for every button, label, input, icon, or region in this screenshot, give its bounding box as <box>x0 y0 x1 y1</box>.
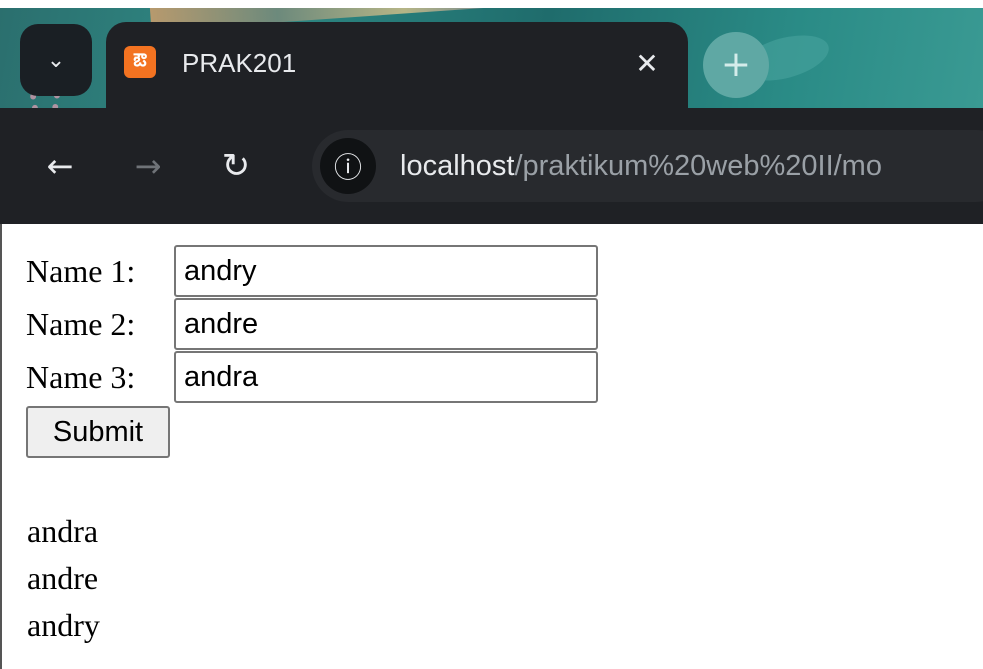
reload-icon[interactable]: ↻ <box>214 144 258 188</box>
new-tab-button[interactable]: + <box>703 32 769 98</box>
tab-strip: ⌄ ఔ PRAK201 ✕ + <box>0 8 983 108</box>
submit-button[interactable]: Submit <box>26 406 170 458</box>
sorted-output: andra andre andry <box>27 508 100 649</box>
name-2-input[interactable] <box>174 298 598 350</box>
tab-search-button[interactable]: ⌄ <box>20 24 92 96</box>
output-line: andra <box>27 513 99 549</box>
page-content: Name 1: Name 2: Name 3: Submit andra and… <box>0 224 983 669</box>
name-1-input[interactable] <box>174 245 598 297</box>
arrow-right-icon[interactable]: → <box>126 144 170 188</box>
address-bar[interactable]: ⓘ localhost/praktikum%20web%20II/mo <box>312 130 983 202</box>
close-icon[interactable]: ✕ <box>628 44 666 82</box>
plus-icon: + <box>720 44 752 85</box>
name-2-label: Name 2: <box>26 305 136 342</box>
xampp-icon: ఔ <box>124 46 156 78</box>
form-row-name-1: Name 1: <box>26 245 598 297</box>
name-3-input[interactable] <box>174 351 598 403</box>
info-icon[interactable]: ⓘ <box>320 138 376 194</box>
output-line: andry <box>27 607 100 643</box>
arrow-left-icon[interactable]: ← <box>38 144 82 188</box>
name-1-label: Name 1: <box>26 252 136 289</box>
name-3-label: Name 3: <box>26 358 136 395</box>
output-line: andre <box>27 560 99 596</box>
tab-active[interactable]: ఔ PRAK201 ✕ <box>106 22 688 108</box>
browser-toolbar: ← → ↻ ⓘ localhost/praktikum%20web%20II/m… <box>0 108 983 224</box>
document-caption-fragment <box>0 0 983 8</box>
url-path: /praktikum%20web%20II/mo <box>514 150 882 182</box>
form-row-name-2: Name 2: <box>26 298 598 350</box>
url-text[interactable]: localhost/praktikum%20web%20II/mo <box>400 146 882 186</box>
url-host: localhost <box>400 150 515 182</box>
form-row-name-3: Name 3: <box>26 351 598 403</box>
chevron-down-icon: ⌄ <box>46 47 66 73</box>
tab-title: PRAK201 <box>182 48 297 78</box>
